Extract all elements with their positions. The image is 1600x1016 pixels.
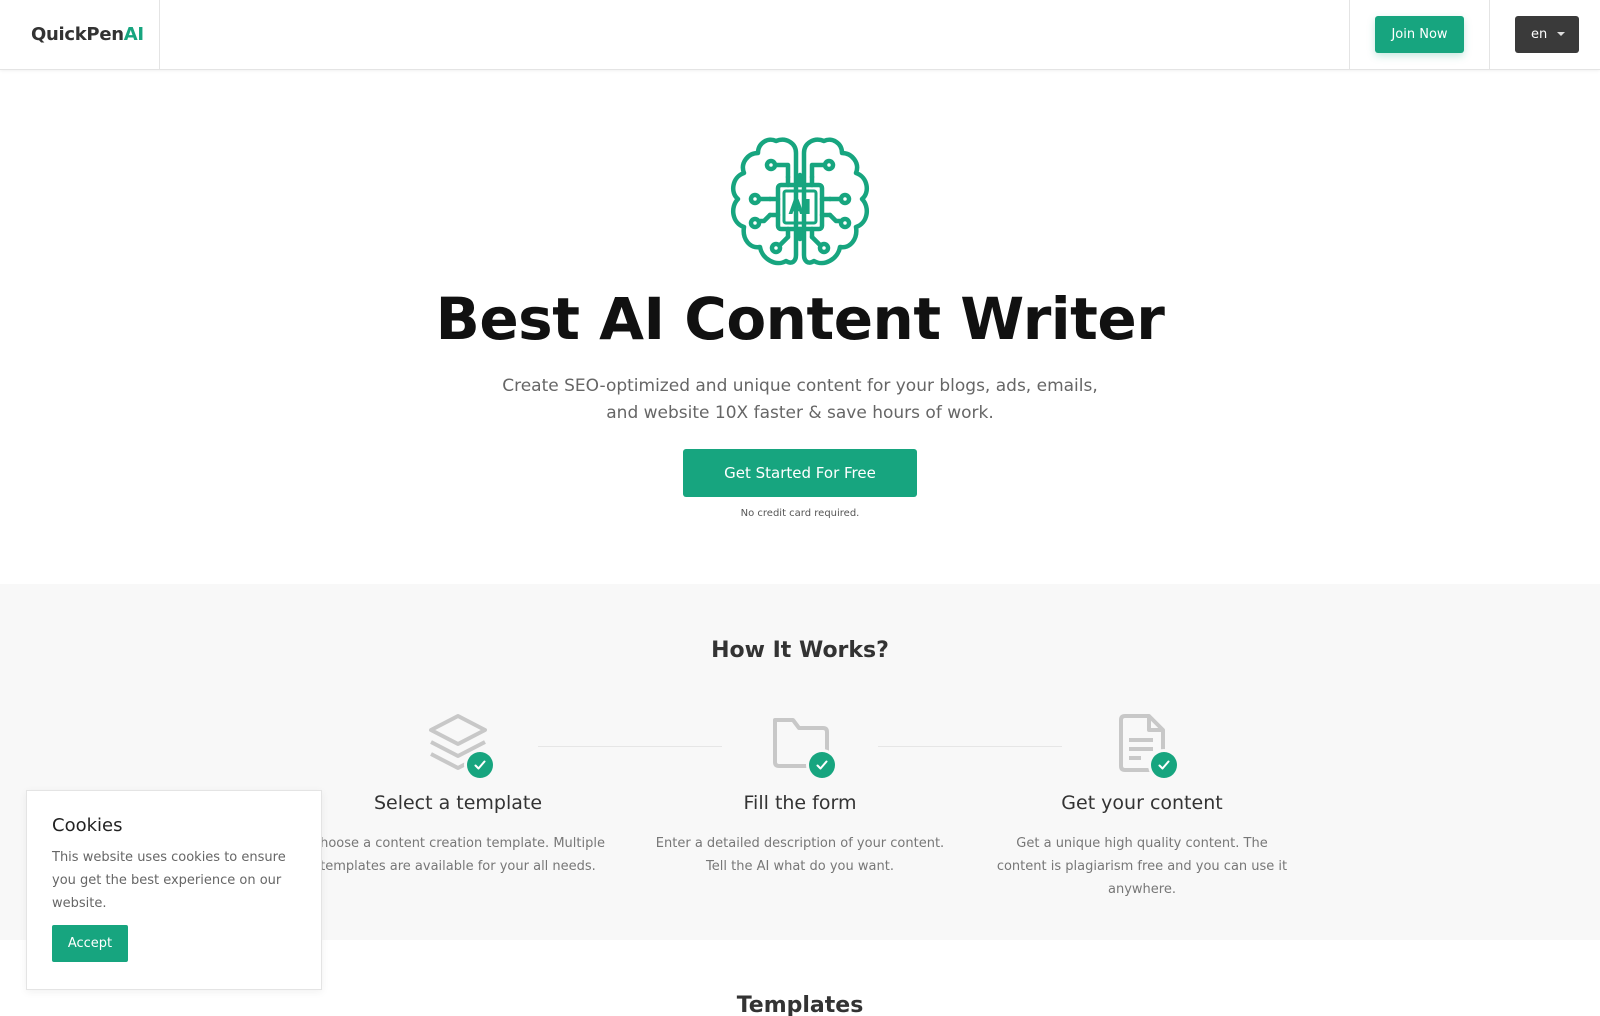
- check-icon: [1151, 752, 1177, 778]
- templates-title: Templates: [736, 993, 864, 1016]
- step-description: Get a unique high quality content. The c…: [996, 836, 1288, 897]
- accept-cookies-button[interactable]: Accept: [52, 925, 128, 962]
- language-value: en: [1531, 27, 1548, 42]
- hero-subtitle: Create SEO-optimized and unique content …: [502, 376, 1098, 423]
- cookie-banner: Cookies This website uses cookies to ens…: [26, 790, 322, 990]
- layers-icon: [423, 712, 493, 778]
- cookie-title: Cookies: [52, 815, 123, 836]
- logo-text: QuickPen: [31, 24, 124, 45]
- get-started-button[interactable]: Get Started For Free: [683, 449, 917, 497]
- join-now-button[interactable]: Join Now: [1375, 16, 1464, 53]
- step-fill-form: Fill the form Enter a detailed descripti…: [645, 712, 955, 878]
- language-dropdown[interactable]: en: [1515, 16, 1579, 53]
- document-icon: [1107, 712, 1177, 778]
- check-icon: [467, 752, 493, 778]
- join-cell: Join Now: [1349, 0, 1490, 69]
- site-logo[interactable]: QuickPen AI: [0, 0, 160, 69]
- chip-ai-label: AI: [789, 195, 812, 219]
- step-title: Get your content: [1061, 792, 1223, 814]
- no-credit-card-note: No credit card required.: [740, 508, 860, 519]
- top-navbar: QuickPen AI Join Now en: [0, 0, 1600, 70]
- hero-title: Best AI Content Writer: [435, 285, 1165, 353]
- section-title: How It Works?: [711, 638, 889, 663]
- cookie-text: This website uses cookies to ensure you …: [52, 850, 286, 911]
- ai-brain-icon: AI: [720, 135, 880, 275]
- check-icon: [809, 752, 835, 778]
- step-description: Enter a detailed description of your con…: [655, 836, 945, 874]
- step-title: Select a template: [373, 792, 543, 814]
- step-select-template: Select a template Choose a content creat…: [303, 712, 613, 878]
- step-description: Choose a content creation template. Mult…: [311, 836, 605, 874]
- logo-accent-text: AI: [123, 24, 144, 45]
- step-title: Fill the form: [743, 792, 857, 814]
- folder-icon: [765, 712, 835, 778]
- caret-down-icon: [1557, 32, 1565, 36]
- step-get-content: Get your content Get a unique high quali…: [987, 712, 1297, 901]
